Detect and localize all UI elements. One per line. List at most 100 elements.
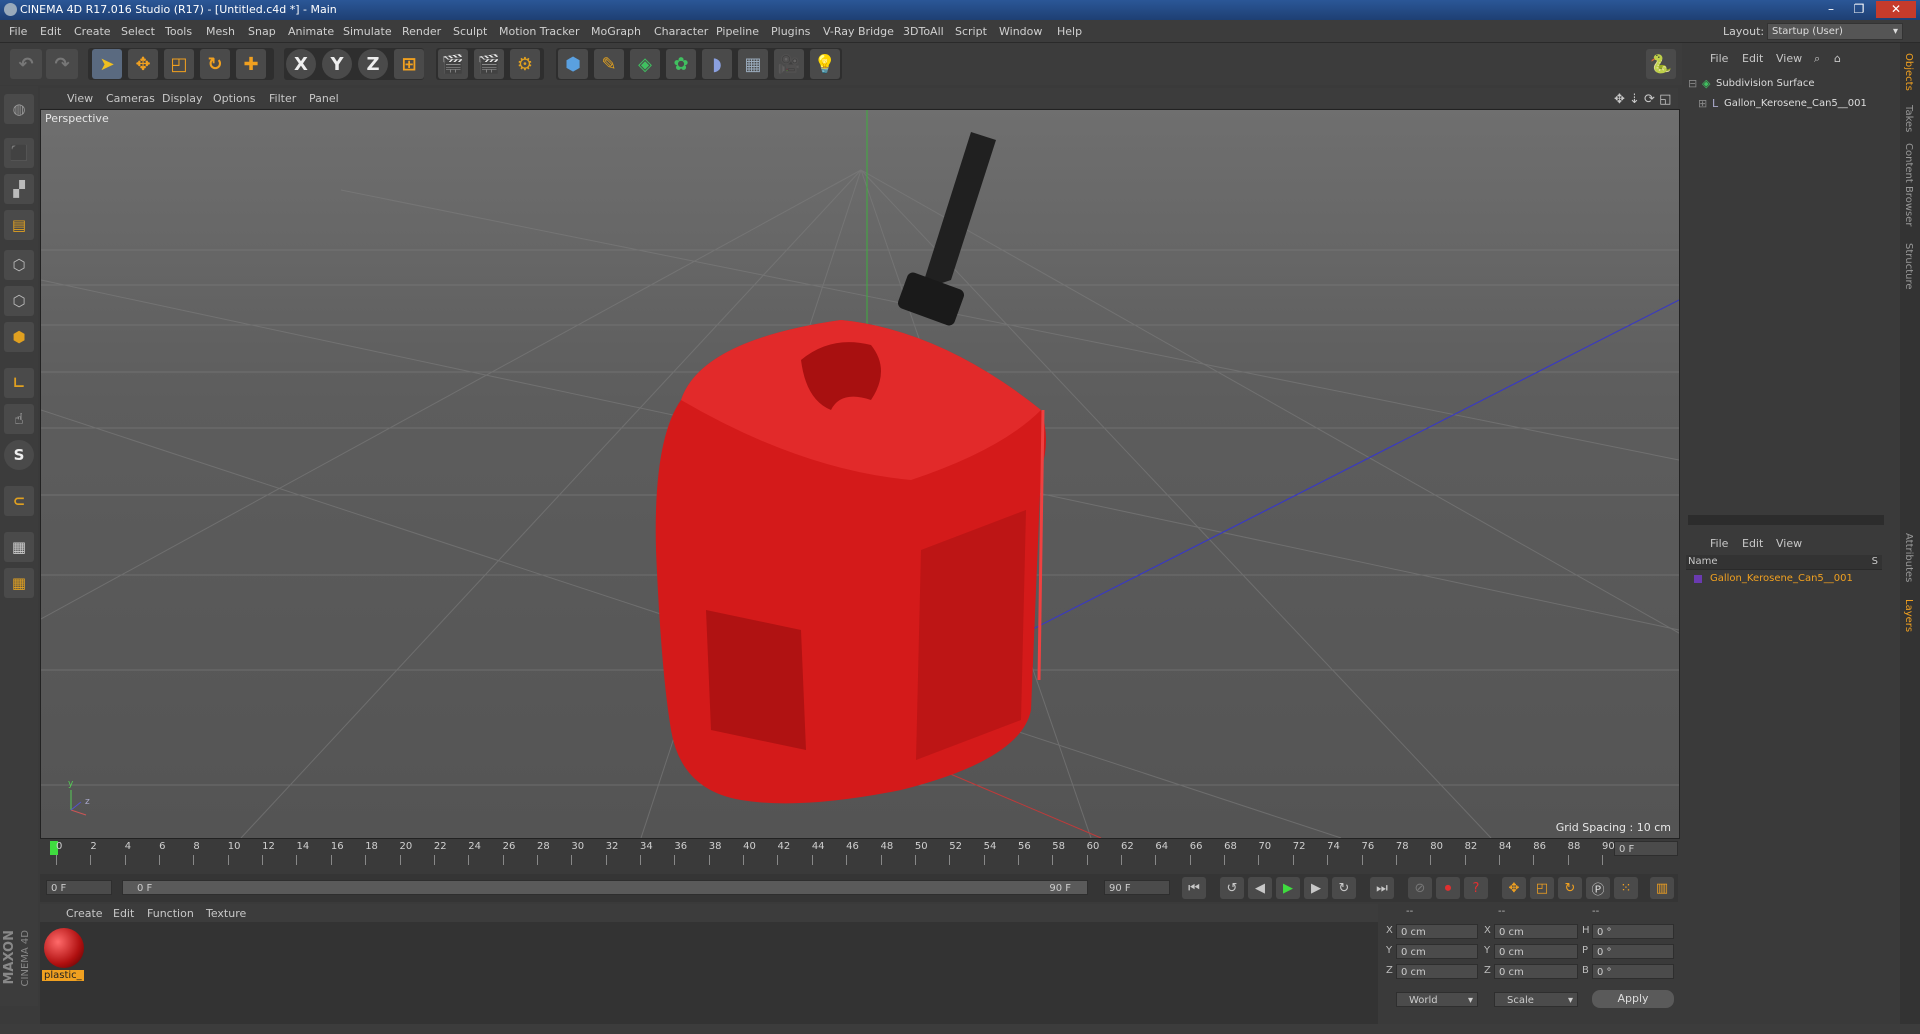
material-preview-swatch[interactable] xyxy=(44,928,84,968)
menu-3dtoall[interactable]: 3DToAll xyxy=(903,25,944,38)
home-icon[interactable]: ⌂ xyxy=(1834,52,1841,65)
tab-attributes[interactable]: Attributes xyxy=(1903,533,1914,582)
menu-file[interactable]: File xyxy=(9,25,27,38)
tab-takes[interactable]: Takes xyxy=(1903,105,1914,132)
workplane-lock-icon[interactable]: ▦ xyxy=(4,532,34,562)
pos-z-field[interactable]: 0 cm xyxy=(1396,964,1478,979)
snapping-magnet-icon[interactable]: ⊂ xyxy=(4,486,34,516)
start-frame-field[interactable]: 0 F xyxy=(46,880,112,895)
layer-menu-file[interactable]: File xyxy=(1710,537,1728,550)
grid-snap-icon[interactable]: ▦ xyxy=(4,568,34,598)
menu-tools[interactable]: Tools xyxy=(165,25,192,38)
viewport-menu-view[interactable]: View xyxy=(67,92,93,105)
viewport-menu-display[interactable]: Display xyxy=(162,92,203,105)
tab-structure[interactable]: Structure xyxy=(1903,243,1914,290)
size-z-field[interactable]: 0 cm xyxy=(1494,964,1578,979)
tab-layers[interactable]: Layers xyxy=(1903,599,1914,632)
mograph-cloner-icon[interactable]: ✿ xyxy=(666,49,696,79)
menu-create[interactable]: Create xyxy=(74,25,111,38)
menu-plugins[interactable]: Plugins xyxy=(771,25,810,38)
layer-menu-view[interactable]: View xyxy=(1776,537,1802,550)
object-manager-scrollbar[interactable] xyxy=(1688,515,1884,525)
expand-icon[interactable]: ⊞ xyxy=(1698,97,1707,110)
object-menu-view[interactable]: View xyxy=(1776,52,1802,65)
menu-snap[interactable]: Snap xyxy=(248,25,276,38)
subdivision-surface-icon[interactable]: ◈ xyxy=(630,49,660,79)
autokey-icon[interactable]: ⏺ xyxy=(1436,877,1460,899)
rot-h-field[interactable]: 0 ° xyxy=(1592,924,1674,939)
play-icon[interactable]: ▶ xyxy=(1276,877,1300,899)
go-to-next-key-icon[interactable]: ↻ xyxy=(1332,877,1356,899)
timeline-window-icon[interactable]: ▥ xyxy=(1650,877,1674,899)
menu-character[interactable]: Character xyxy=(654,25,708,38)
render-settings-icon[interactable]: ⚙ xyxy=(510,49,540,79)
pen-spline-icon[interactable]: ✎ xyxy=(594,49,624,79)
cube-icon[interactable]: ⬢ xyxy=(558,49,588,79)
points-mode-icon[interactable]: ⬡ xyxy=(4,250,34,280)
expand-icon[interactable]: ⊟ xyxy=(1688,77,1697,90)
material-menu-texture[interactable]: Texture xyxy=(206,907,246,920)
apply-button[interactable]: Apply xyxy=(1592,990,1674,1008)
previous-frame-icon[interactable]: ◀ xyxy=(1248,877,1272,899)
material-name-label[interactable]: plastic_ xyxy=(42,970,84,981)
layer-row[interactable]: Gallon_Kerosene_Can5__001 xyxy=(1694,573,1884,587)
menu-edit[interactable]: Edit xyxy=(40,25,61,38)
go-to-end-icon[interactable]: ⏭ xyxy=(1370,877,1394,899)
current-frame-field[interactable]: 0 F xyxy=(1614,841,1678,856)
coordinate-space-dropdown[interactable]: World ▾ xyxy=(1396,992,1478,1007)
menu-animate[interactable]: Animate xyxy=(288,25,334,38)
menu-mesh[interactable]: Mesh xyxy=(206,25,235,38)
undo-button[interactable]: ↶ xyxy=(10,49,42,79)
object-row-subdivision-surface[interactable]: ⊟ ◈ Subdivision Surface xyxy=(1688,77,1884,93)
axis-mode-icon[interactable]: ∟ xyxy=(4,368,34,398)
tweak-mode-icon[interactable]: ☝ xyxy=(4,404,34,434)
object-menu-edit[interactable]: Edit xyxy=(1742,52,1763,65)
viewport-menu-options[interactable]: Options xyxy=(213,92,255,105)
pos-x-field[interactable]: 0 cm xyxy=(1396,924,1478,939)
key-point-level-icon[interactable]: ⁙ xyxy=(1614,877,1638,899)
layout-dropdown[interactable]: Startup (User) ▾ xyxy=(1767,23,1903,40)
timeline-ruler[interactable]: 0 2 4 6 8 10 12 14 16 18 20 22 24 26 28 30 32 34 36 38 40 42 4… xyxy=(40,839,1678,877)
record-keys-icon[interactable]: ⊘ xyxy=(1408,877,1432,899)
restore-button[interactable]: ❐ xyxy=(1846,1,1872,18)
x-axis-button[interactable]: X xyxy=(286,49,316,79)
workplane-icon[interactable]: ▤ xyxy=(4,210,34,240)
key-position-icon[interactable]: ✥ xyxy=(1502,877,1526,899)
perspective-viewport[interactable]: y z Perspective Grid Spacing : 10 cm xyxy=(40,109,1680,839)
material-menu-create[interactable]: Create xyxy=(66,907,103,920)
menu-simulate[interactable]: Simulate xyxy=(343,25,392,38)
y-axis-button[interactable]: Y xyxy=(322,49,352,79)
end-frame-field[interactable]: 90 F xyxy=(1104,880,1170,895)
material-menu-function[interactable]: Function xyxy=(147,907,194,920)
sculpt-mode-icon[interactable]: S xyxy=(4,440,34,470)
make-editable-icon[interactable]: ◍ xyxy=(4,94,34,124)
menu-vray-bridge[interactable]: V-Ray Bridge xyxy=(823,25,894,38)
rotate-tool-icon[interactable]: ↻ xyxy=(200,49,230,79)
viewport-navigation-icon[interactable]: ✥ ⇣ ⟳ ◱ xyxy=(1614,92,1671,107)
search-icon[interactable]: ⌕ xyxy=(1814,52,1820,66)
floor-icon[interactable]: ▦ xyxy=(738,49,768,79)
z-axis-button[interactable]: Z xyxy=(358,49,388,79)
viewport-menu-filter[interactable]: Filter xyxy=(269,92,296,105)
keyframe-selection-icon[interactable]: ? xyxy=(1464,877,1488,899)
menu-motion-tracker[interactable]: Motion Tracker xyxy=(499,25,579,38)
kerosene-can-model[interactable] xyxy=(655,132,1046,804)
model-mode-icon[interactable]: ⬛ xyxy=(4,138,34,168)
object-menu-file[interactable]: File xyxy=(1710,52,1728,65)
tab-content-browser[interactable]: Content Browser xyxy=(1903,143,1914,226)
material-menu-edit[interactable]: Edit xyxy=(113,907,134,920)
layer-menu-edit[interactable]: Edit xyxy=(1742,537,1763,550)
polygons-mode-icon[interactable]: ⬢ xyxy=(4,322,34,352)
minimize-button[interactable]: – xyxy=(1818,1,1844,18)
texture-mode-icon[interactable]: ▞ xyxy=(4,174,34,204)
viewport-menu-cameras[interactable]: Cameras xyxy=(106,92,155,105)
object-row-gallon-kerosene-can[interactable]: ⊞ L Gallon_Kerosene_Can5__001 xyxy=(1698,97,1894,113)
camera-icon[interactable]: 🎥 xyxy=(774,49,804,79)
next-frame-icon[interactable]: ▶ xyxy=(1304,877,1328,899)
size-x-field[interactable]: 0 cm xyxy=(1494,924,1578,939)
rot-p-field[interactable]: 0 ° xyxy=(1592,944,1674,959)
move-tool-icon[interactable]: ✥ xyxy=(128,49,158,79)
close-button[interactable]: ✕ xyxy=(1876,1,1916,18)
menu-script[interactable]: Script xyxy=(955,25,987,38)
size-y-field[interactable]: 0 cm xyxy=(1494,944,1578,959)
